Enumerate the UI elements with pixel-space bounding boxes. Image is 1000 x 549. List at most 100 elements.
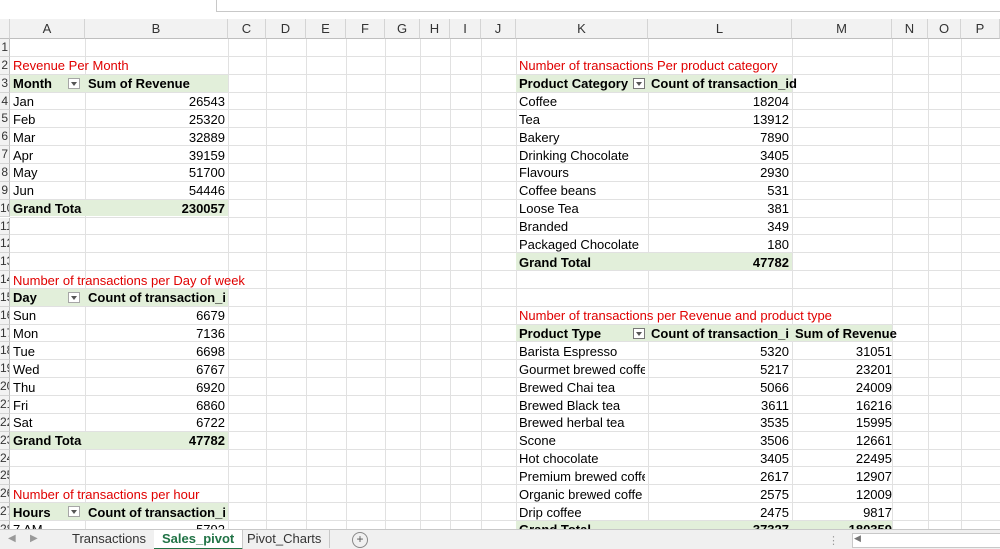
category-row-label[interactable]: Bakery bbox=[519, 129, 645, 146]
revenue-row-label[interactable]: Apr bbox=[13, 147, 82, 164]
ptype-row-count[interactable]: 3535 bbox=[651, 414, 789, 431]
category-row-label[interactable]: Coffee beans bbox=[519, 182, 645, 199]
dow-row-value[interactable]: 6920 bbox=[88, 379, 225, 396]
row-header-17[interactable]: 17 bbox=[0, 324, 10, 343]
dow-row-label[interactable]: Sat bbox=[13, 414, 82, 431]
category-col-name[interactable]: Product Category bbox=[519, 75, 645, 92]
column-header-i[interactable]: I bbox=[450, 19, 481, 39]
revenue-row-value[interactable]: 32889 bbox=[88, 129, 225, 146]
category-row-value[interactable]: 13912 bbox=[651, 111, 789, 128]
column-header-k[interactable]: K bbox=[516, 19, 648, 39]
dow-row-value[interactable]: 7136 bbox=[88, 325, 225, 342]
ptype-row-count[interactable]: 5217 bbox=[651, 361, 789, 378]
row-header-19[interactable]: 19 bbox=[0, 360, 10, 379]
ptype-row-label[interactable]: Gourmet brewed coffe bbox=[519, 361, 645, 378]
category-row-value[interactable]: 2930 bbox=[651, 164, 789, 181]
revenue-row-label[interactable]: Feb bbox=[13, 111, 82, 128]
category-row-value[interactable]: 3405 bbox=[651, 147, 789, 164]
column-header-o[interactable]: O bbox=[928, 19, 961, 39]
column-header-h[interactable]: H bbox=[420, 19, 450, 39]
column-header-l[interactable]: L bbox=[648, 19, 792, 39]
dow-row-label[interactable]: Sun bbox=[13, 307, 82, 324]
column-header-e[interactable]: E bbox=[306, 19, 346, 39]
column-header-f[interactable]: F bbox=[346, 19, 385, 39]
ptype-row-label[interactable]: Brewed Black tea bbox=[519, 397, 645, 414]
column-header-p[interactable]: P bbox=[961, 19, 1000, 39]
formula-input[interactable] bbox=[216, 0, 1000, 12]
revenue-row-value[interactable]: 54446 bbox=[88, 182, 225, 199]
ptype-row-label[interactable]: Premium brewed coffe bbox=[519, 468, 645, 485]
ptype-row-count[interactable]: 2475 bbox=[651, 504, 789, 521]
dow-row-value[interactable]: 6698 bbox=[88, 343, 225, 360]
hours-filter-dropdown[interactable] bbox=[68, 506, 80, 518]
next-sheet-icon[interactable]: ▶ bbox=[30, 533, 38, 544]
category-grand-total-value[interactable]: 47782 bbox=[651, 254, 789, 271]
revenue-grand-total-value[interactable]: 230057 bbox=[88, 200, 225, 217]
row-header-1[interactable]: 1 bbox=[0, 39, 10, 57]
ptype-row-label[interactable]: Brewed herbal tea bbox=[519, 414, 645, 431]
category-grand-total-label[interactable]: Grand Total bbox=[519, 254, 645, 271]
ptype-row-revenue[interactable]: 23201 bbox=[795, 361, 892, 378]
hour-row-label[interactable]: 7 AM bbox=[13, 521, 82, 529]
column-header-g[interactable]: G bbox=[385, 19, 420, 39]
ptype-row-count[interactable]: 2575 bbox=[651, 486, 789, 503]
horizontal-scrollbar[interactable]: ◀ bbox=[852, 533, 1000, 548]
ptype-grand-total-revenue[interactable]: 180359 bbox=[795, 521, 892, 529]
row-header-6[interactable]: 6 bbox=[0, 128, 10, 147]
ptype-row-revenue[interactable]: 15995 bbox=[795, 414, 892, 431]
dow-row-label[interactable]: Wed bbox=[13, 361, 82, 378]
ptype-row-revenue[interactable]: 22495 bbox=[795, 450, 892, 467]
row-header-18[interactable]: 18 bbox=[0, 342, 10, 361]
column-header-j[interactable]: J bbox=[481, 19, 516, 39]
ptype-col-count[interactable]: Count of transaction_i bbox=[651, 325, 792, 342]
ptype-grand-total-count[interactable]: 37327 bbox=[651, 521, 789, 529]
ptype-row-count[interactable]: 3506 bbox=[651, 432, 789, 449]
category-row-value[interactable]: 7890 bbox=[651, 129, 789, 146]
ptype-col-name[interactable]: Product Type bbox=[519, 325, 645, 342]
row-header-3[interactable]: 3 bbox=[0, 74, 10, 93]
revenue-grand-total-label[interactable]: Grand Tota bbox=[13, 200, 82, 217]
dow-row-value[interactable]: 6722 bbox=[88, 414, 225, 431]
row-header-2[interactable]: 2 bbox=[0, 56, 10, 75]
revenue-row-label[interactable]: May bbox=[13, 164, 82, 181]
row-header-22[interactable]: 22 bbox=[0, 413, 10, 432]
ptype-row-count[interactable]: 3611 bbox=[651, 397, 789, 414]
revenue-row-label[interactable]: Jan bbox=[13, 93, 82, 110]
category-row-label[interactable]: Packaged Chocolate bbox=[519, 236, 645, 253]
dow-row-value[interactable]: 6679 bbox=[88, 307, 225, 324]
row-header-26[interactable]: 26 bbox=[0, 485, 10, 504]
dow-grand-total-value[interactable]: 47782 bbox=[88, 432, 225, 449]
tab-splitter-icon[interactable]: ⋮ bbox=[828, 534, 839, 547]
day-filter-dropdown[interactable] bbox=[68, 291, 80, 303]
category-row-label[interactable]: Loose Tea bbox=[519, 200, 645, 217]
row-header-5[interactable]: 5 bbox=[0, 110, 10, 129]
ptype-row-count[interactable]: 2617 bbox=[651, 468, 789, 485]
row-header-7[interactable]: 7 bbox=[0, 146, 10, 164]
ptype-pivot-title[interactable]: Number of transactions per Revenue and p… bbox=[519, 307, 889, 324]
dow-grand-total-label[interactable]: Grand Tota bbox=[13, 432, 82, 449]
category-row-label[interactable]: Coffee bbox=[519, 93, 645, 110]
dow-row-value[interactable]: 6767 bbox=[88, 361, 225, 378]
ptype-row-revenue[interactable]: 24009 bbox=[795, 379, 892, 396]
revenue-row-value[interactable]: 51700 bbox=[88, 164, 225, 181]
hour-pivot-title[interactable]: Number of transactions per hour bbox=[13, 486, 303, 503]
ptype-row-revenue[interactable]: 12009 bbox=[795, 486, 892, 503]
ptype-grand-total-label[interactable]: Grand Total bbox=[519, 521, 645, 529]
revenue-col-sum[interactable]: Sum of Revenue bbox=[88, 75, 225, 92]
ptype-row-revenue[interactable]: 12907 bbox=[795, 468, 892, 485]
ptype-row-count[interactable]: 5066 bbox=[651, 379, 789, 396]
row-header-27[interactable]: 27 bbox=[0, 503, 10, 521]
row-header-15[interactable]: 15 bbox=[0, 288, 10, 307]
ptype-row-count[interactable]: 3405 bbox=[651, 450, 789, 467]
column-header-m[interactable]: M bbox=[792, 19, 892, 39]
column-header-c[interactable]: C bbox=[228, 19, 266, 39]
prev-sheet-icon[interactable]: ◀ bbox=[8, 533, 16, 544]
category-row-label[interactable]: Tea bbox=[519, 111, 645, 128]
select-all-corner[interactable] bbox=[0, 19, 10, 39]
ptype-col-revenue[interactable]: Sum of Revenue bbox=[795, 325, 897, 342]
category-filter-dropdown[interactable] bbox=[633, 77, 645, 89]
category-row-value[interactable]: 531 bbox=[651, 182, 789, 199]
row-header-20[interactable]: 20 bbox=[0, 378, 10, 396]
category-row-label[interactable]: Flavours bbox=[519, 164, 645, 181]
category-row-value[interactable]: 18204 bbox=[651, 93, 789, 110]
